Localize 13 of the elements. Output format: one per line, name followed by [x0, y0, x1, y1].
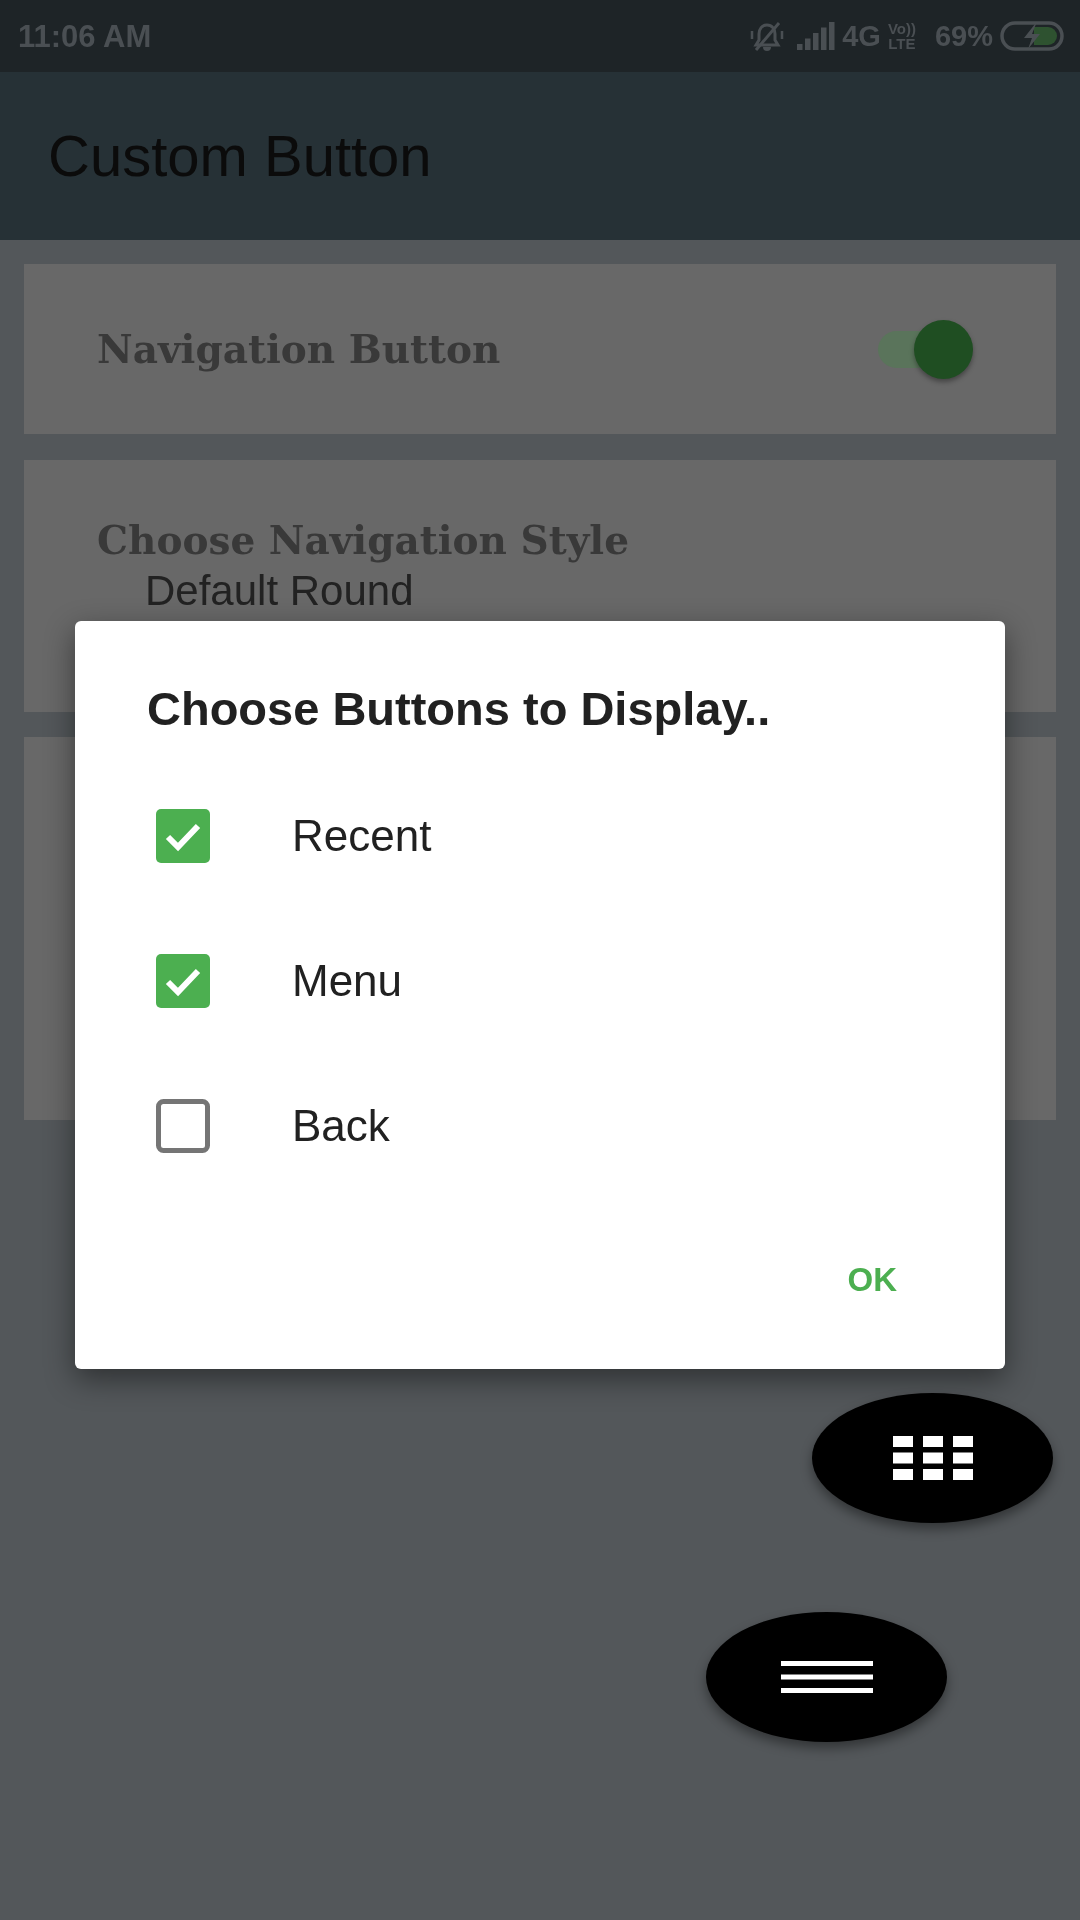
checkbox[interactable]: [156, 953, 210, 1008]
checkbox[interactable]: [156, 1098, 210, 1153]
battery-charging-icon: [1000, 21, 1064, 51]
grid-icon: [892, 1436, 973, 1480]
checkbox-label[interactable]: Menu: [292, 958, 403, 1003]
dialog-title: Choose Buttons to Display..: [147, 683, 771, 735]
bell-slash-icon: [750, 20, 785, 52]
signal-bars-icon: [797, 22, 836, 50]
checkbox-label[interactable]: Recent: [292, 813, 432, 858]
menu-icon: [780, 1661, 873, 1693]
toggle-switch[interactable]: [878, 319, 973, 379]
checkbox[interactable]: [156, 808, 210, 863]
checkbox-label[interactable]: Back: [292, 1103, 390, 1148]
